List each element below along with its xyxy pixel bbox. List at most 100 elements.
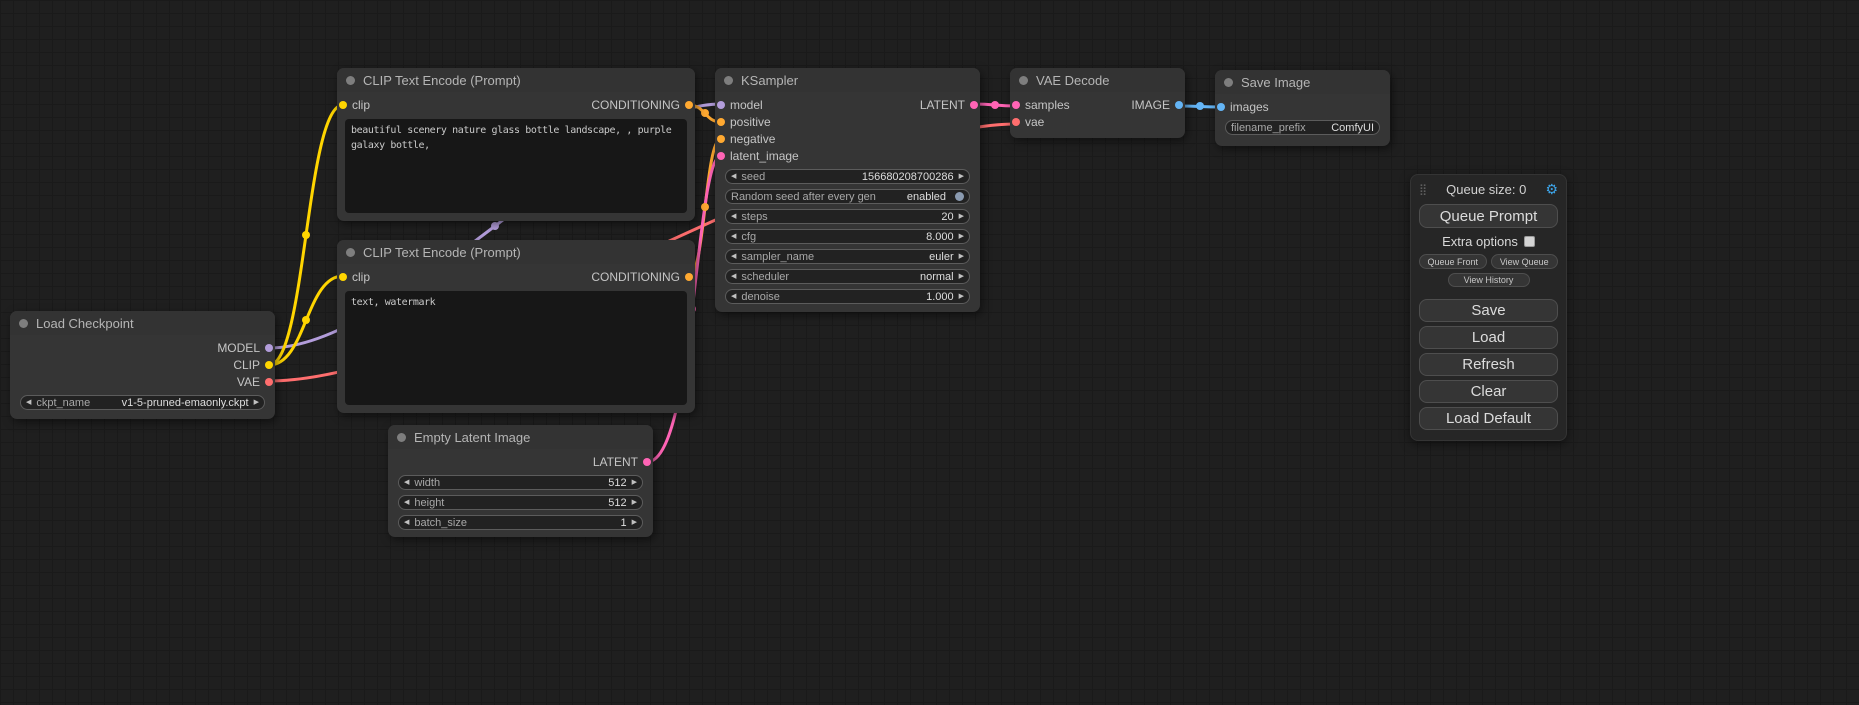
increment-icon[interactable]: ▶ [959, 173, 964, 180]
node-load-checkpoint[interactable]: Load Checkpoint MODEL CLIP VAE ◀ ckpt_na… [10, 311, 275, 419]
graph-canvas[interactable]: Load Checkpoint MODEL CLIP VAE ◀ ckpt_na… [0, 0, 1859, 705]
widget-sampler-name[interactable]: ◀ sampler_name euler ▶ [725, 249, 970, 264]
node-clip-text-encode-negative[interactable]: CLIP Text Encode (Prompt) clip CONDITION… [337, 240, 695, 413]
increment-icon[interactable]: ▶ [632, 479, 637, 486]
input-slot-model[interactable] [717, 101, 725, 109]
node-titlebar[interactable]: CLIP Text Encode (Prompt) [337, 68, 695, 92]
save-button[interactable]: Save [1419, 299, 1558, 322]
widget-height[interactable]: ◀ height 512 ▶ [398, 495, 643, 510]
output-label-clip: CLIP [233, 358, 260, 372]
widget-scheduler[interactable]: ◀ scheduler normal ▶ [725, 269, 970, 284]
output-slot-vae[interactable] [265, 378, 273, 386]
input-slot-clip[interactable] [339, 273, 347, 281]
widget-ckpt-name[interactable]: ◀ ckpt_name v1-5-pruned-emaonly.ckpt ▶ [20, 395, 265, 410]
increment-icon[interactable]: ▶ [959, 233, 964, 240]
input-slot-negative[interactable] [717, 135, 725, 143]
clear-button[interactable]: Clear [1419, 380, 1558, 403]
decrement-icon[interactable]: ◀ [404, 479, 409, 486]
view-queue-button[interactable]: View Queue [1491, 254, 1559, 269]
node-ksampler[interactable]: KSampler model LATENT positive negative … [715, 68, 980, 312]
widget-value: euler [929, 251, 953, 263]
output-slot-image[interactable] [1175, 101, 1183, 109]
menu-header: ⣿ Queue size: 0 ⚙ [1419, 181, 1558, 197]
decrement-icon[interactable]: ◀ [731, 173, 736, 180]
decrement-icon[interactable]: ◀ [731, 213, 736, 220]
prompt-textarea[interactable]: beautiful scenery nature glass bottle la… [345, 119, 687, 213]
extra-options-row: Extra options [1419, 234, 1558, 249]
input-slot-vae[interactable] [1012, 118, 1020, 126]
drag-handle-icon[interactable]: ⣿ [1419, 183, 1427, 196]
collapse-dot-icon[interactable] [1224, 78, 1233, 87]
toggle-indicator-icon[interactable] [955, 192, 964, 201]
increment-icon[interactable]: ▶ [632, 519, 637, 526]
widget-steps[interactable]: ◀ steps 20 ▶ [725, 209, 970, 224]
collapse-dot-icon[interactable] [346, 248, 355, 257]
increment-icon[interactable]: ▶ [959, 253, 964, 260]
collapse-dot-icon[interactable] [19, 319, 28, 328]
decrement-icon[interactable]: ◀ [731, 253, 736, 260]
widget-seed[interactable]: ◀ seed 156680208700286 ▶ [725, 169, 970, 184]
widget-filename-prefix[interactable]: filename_prefix ComfyUI [1225, 120, 1380, 135]
node-save-image[interactable]: Save Image images filename_prefix ComfyU… [1215, 70, 1390, 146]
increment-icon[interactable]: ▶ [959, 293, 964, 300]
widget-cfg[interactable]: ◀ cfg 8.000 ▶ [725, 229, 970, 244]
input-slot-latent-image[interactable] [717, 152, 725, 160]
slot-row: LATENT [388, 453, 653, 470]
widget-value: 156680208700286 [862, 171, 954, 183]
prompt-textarea[interactable]: text, watermark [345, 291, 687, 405]
decrement-icon[interactable]: ◀ [404, 519, 409, 526]
widget-value: 1.000 [926, 291, 954, 303]
node-titlebar[interactable]: CLIP Text Encode (Prompt) [337, 240, 695, 264]
increment-icon[interactable]: ▶ [959, 273, 964, 280]
input-label-samples: samples [1025, 98, 1070, 112]
slot-row: negative [715, 130, 980, 147]
slot-row: latent_image [715, 147, 980, 164]
input-label-clip: clip [352, 98, 370, 112]
node-titlebar[interactable]: Save Image [1215, 70, 1390, 94]
node-titlebar[interactable]: Load Checkpoint [10, 311, 275, 335]
collapse-dot-icon[interactable] [1019, 76, 1028, 85]
node-empty-latent-image[interactable]: Empty Latent Image LATENT ◀ width 512 ▶ … [388, 425, 653, 537]
increment-icon[interactable]: ▶ [632, 499, 637, 506]
refresh-button[interactable]: Refresh [1419, 353, 1558, 376]
input-slot-clip[interactable] [339, 101, 347, 109]
queue-prompt-button[interactable]: Queue Prompt [1419, 204, 1558, 228]
queue-front-button[interactable]: Queue Front [1419, 254, 1487, 269]
node-titlebar[interactable]: KSampler [715, 68, 980, 92]
node-titlebar[interactable]: VAE Decode [1010, 68, 1185, 92]
output-slot-model[interactable] [265, 344, 273, 352]
node-clip-text-encode-positive[interactable]: CLIP Text Encode (Prompt) clip CONDITION… [337, 68, 695, 221]
collapse-dot-icon[interactable] [346, 76, 355, 85]
view-history-button[interactable]: View History [1448, 273, 1530, 287]
decrement-icon[interactable]: ◀ [731, 273, 736, 280]
output-slot-latent[interactable] [643, 458, 651, 466]
output-slot-latent[interactable] [970, 101, 978, 109]
widget-label: steps [741, 211, 767, 223]
widget-random-seed-toggle[interactable]: Random seed after every gen enabled [725, 189, 970, 204]
output-slot-clip[interactable] [265, 361, 273, 369]
collapse-dot-icon[interactable] [397, 433, 406, 442]
decrement-icon[interactable]: ◀ [731, 293, 736, 300]
increment-icon[interactable]: ▶ [254, 399, 259, 406]
load-default-button[interactable]: Load Default [1419, 407, 1558, 430]
input-slot-samples[interactable] [1012, 101, 1020, 109]
output-slot-conditioning[interactable] [685, 101, 693, 109]
widget-denoise[interactable]: ◀ denoise 1.000 ▶ [725, 289, 970, 304]
load-button[interactable]: Load [1419, 326, 1558, 349]
node-vae-decode[interactable]: VAE Decode samples IMAGE vae [1010, 68, 1185, 138]
decrement-icon[interactable]: ◀ [731, 233, 736, 240]
collapse-dot-icon[interactable] [724, 76, 733, 85]
output-slot-conditioning[interactable] [685, 273, 693, 281]
extra-options-checkbox[interactable] [1524, 236, 1535, 247]
node-titlebar[interactable]: Empty Latent Image [388, 425, 653, 449]
input-slot-images[interactable] [1217, 103, 1225, 111]
increment-icon[interactable]: ▶ [959, 213, 964, 220]
widget-width[interactable]: ◀ width 512 ▶ [398, 475, 643, 490]
widget-label: cfg [741, 231, 756, 243]
settings-gear-icon[interactable]: ⚙ [1545, 181, 1558, 198]
decrement-icon[interactable]: ◀ [404, 499, 409, 506]
input-slot-positive[interactable] [717, 118, 725, 126]
queue-menu-panel: ⣿ Queue size: 0 ⚙ Queue Prompt Extra opt… [1410, 174, 1567, 441]
widget-batch-size[interactable]: ◀ batch_size 1 ▶ [398, 515, 643, 530]
decrement-icon[interactable]: ◀ [26, 399, 31, 406]
